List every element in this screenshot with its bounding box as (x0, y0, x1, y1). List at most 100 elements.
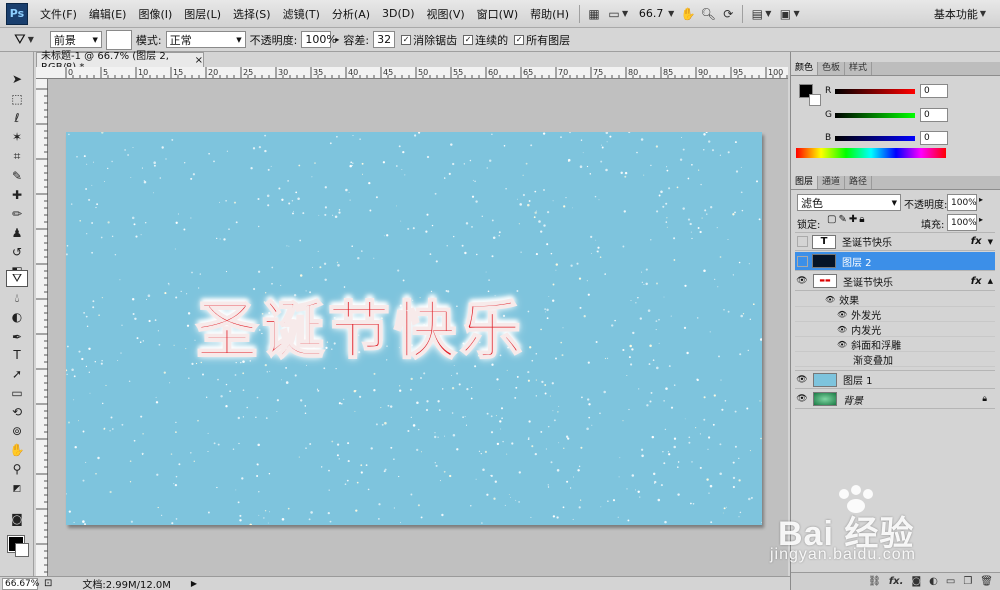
green-channel-slider[interactable] (835, 112, 915, 118)
new-layer-icon[interactable]: ❐ (963, 576, 972, 587)
eye-icon[interactable]: 👁︎ (837, 340, 847, 349)
tolerance-input[interactable]: 32 (373, 31, 396, 48)
lock-options-icon[interactable]: ▢✎✚🔒︎ (827, 214, 867, 225)
add-layer-style-button[interactable]: fx. (889, 576, 904, 587)
tab-color[interactable]: 颜色 (791, 62, 819, 75)
effects-group-row[interactable]: 👁︎ 效果 (795, 292, 995, 307)
menu-select[interactable]: 选择(S) (227, 6, 277, 22)
menu-help[interactable]: 帮助(H) (524, 6, 575, 22)
contiguous-checkbox[interactable]: ✓ 连续的 (463, 32, 508, 48)
blue-channel-input[interactable]: 0 (920, 131, 948, 145)
zoom-level-readout[interactable]: 66.7 (632, 7, 670, 20)
menu-image[interactable]: 图像(I) (132, 6, 178, 22)
opacity-input[interactable]: 100% (301, 31, 337, 48)
eye-icon[interactable]: 👁︎ (795, 394, 809, 404)
all-layers-checkbox[interactable]: ✓ 所有图层 (514, 32, 570, 48)
effect-row[interactable]: 👁︎ 内发光 (795, 322, 995, 337)
layer-row-layer1[interactable]: 👁︎ 图层 1 (795, 370, 995, 389)
chevron-up-icon[interactable]: ▲ (988, 277, 993, 285)
eye-icon[interactable]: 👁︎ (795, 276, 809, 286)
magic-wand-tool-icon[interactable]: ✶ (6, 128, 28, 145)
link-layers-icon[interactable]: ⛓ (868, 576, 881, 587)
tab-swatches[interactable]: 色板 (818, 62, 846, 75)
color-panel-background-swatch[interactable] (809, 94, 821, 106)
menu-filter[interactable]: 滤镜(T) (277, 6, 326, 22)
chevron-down-icon[interactable]: ▼ (793, 9, 799, 18)
eye-icon[interactable]: 👁︎ (795, 375, 809, 385)
dodge-tool-icon[interactable]: ◐ (6, 308, 28, 325)
menu-analysis[interactable]: 分析(A) (326, 6, 376, 22)
shape-tool-icon[interactable]: ▭ (6, 384, 28, 401)
screen-mode-icon[interactable]: ▭ (604, 5, 624, 23)
path-selection-tool-icon[interactable]: ➚ (6, 365, 28, 382)
status-zoom-input[interactable]: 66.67% (2, 577, 39, 590)
menu-3d[interactable]: 3D(D) (376, 7, 421, 20)
crop-tool-icon[interactable]: ⌗ (6, 148, 28, 165)
lasso-tool-icon[interactable]: ℓ (6, 109, 28, 126)
add-mask-icon[interactable]: ◙ (911, 576, 921, 587)
effect-row[interactable]: 👁︎ 斜面和浮雕 (795, 337, 995, 352)
zoom-tool-icon[interactable]: ⚲ (6, 460, 28, 477)
3d-orbit-tool-icon[interactable]: ⊚ (6, 422, 28, 439)
navigator-icon[interactable]: ⊡ (44, 578, 52, 589)
rotate-view-icon[interactable]: ⟳ (718, 5, 738, 23)
red-channel-input[interactable]: 0 (920, 84, 948, 98)
color-spectrum-ramp[interactable] (796, 148, 946, 158)
red-channel-slider[interactable] (835, 88, 915, 94)
history-brush-tool-icon[interactable]: ↺ (6, 243, 28, 260)
eye-icon[interactable]: 👁︎ (837, 310, 847, 319)
arrange-documents-icon[interactable]: ▤ (747, 5, 767, 23)
blue-channel-slider[interactable] (835, 135, 915, 141)
visibility-toggle-empty[interactable] (797, 236, 808, 247)
chevron-right-icon[interactable]: ▶ (191, 579, 197, 588)
paint-bucket-tool-icon[interactable]: ⛛ (6, 270, 28, 287)
background-color-swatch[interactable] (15, 543, 29, 557)
quick-mask-icon[interactable]: ◙ (6, 510, 28, 527)
effect-row[interactable]: 👁︎ 外发光 (795, 307, 995, 322)
blend-mode-select[interactable]: 正常 ▼ (165, 31, 246, 48)
visibility-toggle-empty[interactable] (797, 255, 808, 267)
pen-tool-icon[interactable]: ✒ (6, 328, 28, 345)
chevron-right-icon[interactable]: ▸ (335, 35, 339, 44)
layer-row-layer2[interactable]: 图层 2 (795, 252, 995, 271)
menu-view[interactable]: 视图(V) (421, 6, 471, 22)
layer-fx-badge[interactable]: fx (971, 236, 982, 247)
layer-fx-badge[interactable]: fx (971, 276, 982, 287)
layer-row-text-effects[interactable]: 👁︎ ▬▬ 圣诞节快乐 fx ▲ (795, 272, 995, 291)
fill-source-select[interactable]: 前景 ▼ (49, 31, 102, 48)
chevron-down-icon[interactable]: ▼ (765, 9, 771, 18)
type-tool-icon[interactable]: T (6, 346, 28, 363)
3d-rotate-tool-icon[interactable]: ⟲ (6, 403, 28, 420)
chevron-down-icon[interactable]: ▼ (668, 9, 674, 18)
healing-brush-tool-icon[interactable]: ✚ (6, 186, 28, 203)
layer-row-text-top[interactable]: T 圣诞节快乐 fx ▼ (795, 232, 995, 251)
chevron-down-icon[interactable]: ▼ (28, 35, 34, 44)
layer-fill-input[interactable]: 100% (947, 214, 977, 231)
move-tool-icon[interactable]: ➤ (6, 70, 28, 87)
blur-tool-icon[interactable]: 💧︎ (6, 290, 28, 307)
menu-edit[interactable]: 编辑(E) (83, 6, 133, 22)
bridge-icon[interactable]: ▦ (584, 5, 604, 23)
paint-bucket-preset-icon[interactable]: ⛛ (14, 32, 26, 48)
chevron-right-icon[interactable]: ▸ (979, 215, 983, 224)
layer-opacity-input[interactable]: 100% (947, 194, 977, 211)
adjustment-layer-icon[interactable]: ◐ (929, 576, 938, 587)
antialias-checkbox[interactable]: ✓ 消除锯齿 (401, 32, 457, 48)
tab-layers[interactable]: 图层 (791, 176, 819, 189)
document-tab[interactable]: 未标题-1 @ 66.7% (图层 2, RGB/8) * × (36, 51, 204, 73)
green-channel-input[interactable]: 0 (920, 108, 948, 122)
layer-row-background[interactable]: 👁︎ 背景 🔒︎ (795, 390, 995, 409)
tab-channels[interactable]: 通道 (818, 176, 846, 189)
document-canvas[interactable]: 圣诞节快乐 (66, 132, 762, 525)
menu-layer[interactable]: 图层(L) (178, 6, 227, 22)
marquee-tool-icon[interactable]: ⬚ (6, 90, 28, 107)
menu-file[interactable]: 文件(F) (34, 6, 83, 22)
effect-row[interactable]: 渐变叠加 (795, 352, 995, 367)
chevron-right-icon[interactable]: ▸ (979, 195, 983, 204)
eyedropper-tool-icon[interactable]: ✎ (6, 167, 28, 184)
close-icon[interactable]: × (195, 55, 203, 66)
brush-tool-icon[interactable]: ✏ (6, 205, 28, 222)
delete-layer-icon[interactable]: 🗑︎ (980, 576, 993, 587)
eye-icon[interactable]: 👁︎ (825, 295, 835, 304)
hand-tool-icon[interactable]: ✋ (6, 441, 28, 458)
